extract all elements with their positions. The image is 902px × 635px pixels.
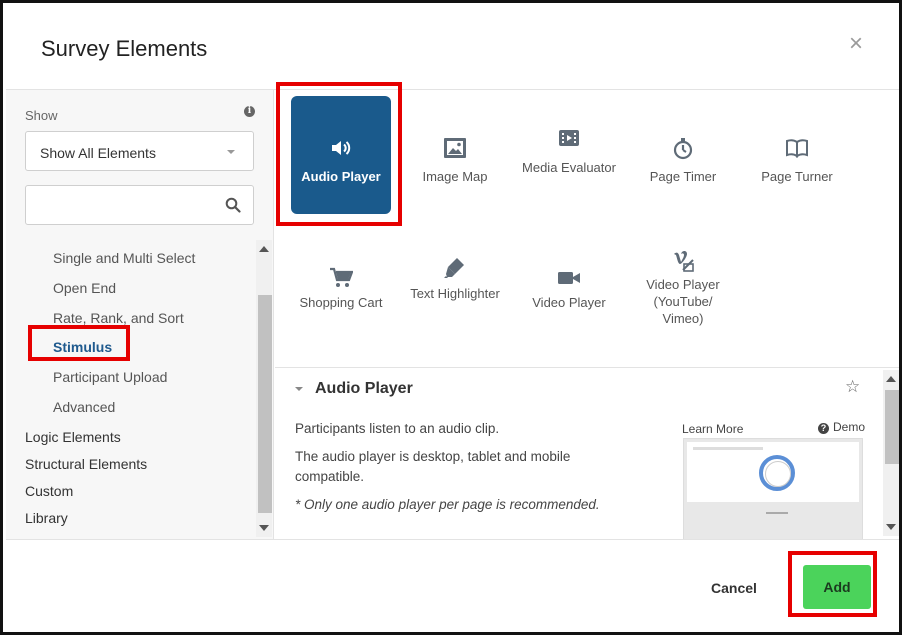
media-icon: [559, 130, 579, 146]
volume-icon: [332, 141, 351, 155]
element-grid: Audio Player Image Map Media Evaluator P…: [275, 90, 899, 368]
scroll-down-icon[interactable]: [886, 524, 896, 530]
sidebar-scroll-thumb[interactable]: [258, 295, 272, 513]
element-label: Text Highlighter: [410, 286, 500, 301]
element-image-map[interactable]: Image Map: [405, 96, 505, 214]
category-advanced[interactable]: Advanced: [53, 399, 115, 415]
category-stimulus[interactable]: Stimulus: [53, 339, 112, 355]
detail-scroll-thumb[interactable]: [885, 390, 899, 464]
detail-scrollbar[interactable]: [883, 370, 899, 536]
element-search-box: [25, 185, 254, 225]
element-shopping-cart[interactable]: Shopping Cart: [291, 238, 391, 356]
cancel-button[interactable]: Cancel: [711, 580, 757, 596]
element-page-timer[interactable]: Page Timer: [633, 96, 733, 214]
element-label: Media Evaluator: [522, 160, 616, 175]
element-label: Shopping Cart: [299, 295, 383, 310]
element-label: Page Timer: [649, 169, 717, 184]
element-label: Page Turner: [761, 169, 833, 184]
element-label: Image Map: [422, 169, 488, 184]
category-library[interactable]: Library: [25, 510, 68, 526]
element-label: Audio Player: [301, 169, 381, 184]
element-text-highlighter[interactable]: Text Highlighter: [405, 238, 505, 356]
element-page-turner[interactable]: Page Turner: [747, 96, 847, 214]
category-structural-elements[interactable]: Structural Elements: [25, 456, 147, 472]
search-icon[interactable]: [225, 197, 241, 213]
image-icon: [444, 138, 466, 158]
demo-label: Demo: [833, 420, 866, 434]
vimeo-icon: [674, 251, 694, 272]
element-audio-player[interactable]: Audio Player: [291, 96, 391, 214]
stopwatch-icon: [673, 138, 693, 160]
book-icon: [786, 139, 808, 158]
preview-caption-line: [766, 512, 788, 514]
collapse-caret-icon[interactable]: [295, 387, 303, 391]
question-icon: ?: [818, 423, 829, 434]
sidebar-scrollbar[interactable]: [256, 240, 272, 537]
video-camera-icon: [558, 272, 580, 284]
element-label: Video Player: [532, 295, 606, 310]
preview-canvas: [687, 442, 859, 502]
category-rate-rank-sort[interactable]: Rate, Rank, and Sort: [53, 310, 184, 326]
add-button[interactable]: Add: [803, 565, 871, 609]
marker-icon: [444, 258, 464, 278]
detail-note: * Only one audio player per page is reco…: [295, 497, 600, 512]
element-video-player-youtube-vimeo[interactable]: Video Player (YouTube/ Vimeo): [633, 238, 733, 356]
caret-down-icon: [227, 150, 235, 154]
element-video-player[interactable]: Video Player: [519, 238, 619, 356]
element-detail-panel: Audio Player ☆ Participants listen to an…: [275, 369, 899, 539]
element-media-evaluator[interactable]: Media Evaluator: [519, 96, 619, 214]
detail-description: Participants listen to an audio clip.: [295, 421, 500, 436]
demo-link[interactable]: ? Demo: [818, 420, 865, 434]
category-logic-elements[interactable]: Logic Elements: [25, 429, 121, 445]
survey-elements-dialog: Survey Elements × Show i Show All Elemen…: [0, 0, 902, 635]
scroll-down-icon[interactable]: [259, 525, 269, 531]
cart-icon: [330, 267, 353, 287]
sidebar: Show i Show All Elements Single and Mult…: [6, 90, 274, 539]
category-custom[interactable]: Custom: [25, 483, 73, 499]
scroll-up-icon[interactable]: [259, 246, 269, 252]
show-label: Show: [25, 108, 58, 123]
audio-player-preview-image: [683, 438, 863, 539]
dialog-footer: Cancel Add: [6, 539, 899, 635]
info-icon[interactable]: i: [244, 106, 255, 117]
close-icon[interactable]: ×: [844, 32, 868, 56]
category-participant-upload[interactable]: Participant Upload: [53, 369, 167, 385]
dialog-title: Survey Elements: [41, 36, 208, 61]
preview-audio-ring: [759, 455, 795, 491]
learn-more-link[interactable]: Learn More: [682, 422, 743, 436]
category-single-multi-select[interactable]: Single and Multi Select: [53, 250, 195, 266]
preview-text-line: [693, 447, 763, 450]
search-input[interactable]: [32, 187, 222, 223]
element-label: Video Player (YouTube/ Vimeo): [646, 277, 720, 326]
category-open-end[interactable]: Open End: [53, 280, 116, 296]
dialog-header: Survey Elements ×: [6, 6, 899, 90]
show-filter-value: Show All Elements: [40, 145, 156, 161]
detail-compatibility: The audio player is desktop, tablet and …: [295, 449, 571, 484]
show-filter-dropdown[interactable]: Show All Elements: [25, 131, 254, 171]
detail-title: Audio Player: [315, 380, 413, 397]
favorite-star-icon[interactable]: ☆: [845, 377, 860, 397]
scroll-up-icon[interactable]: [886, 376, 896, 382]
